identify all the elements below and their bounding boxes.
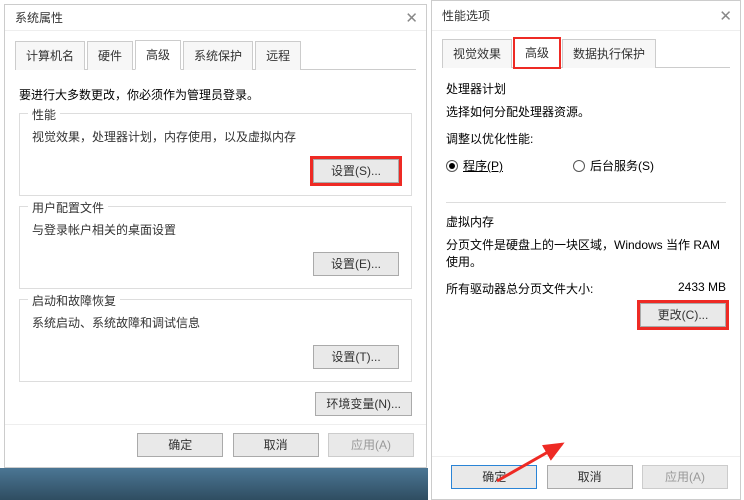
- tab-computername[interactable]: 计算机名: [15, 41, 85, 70]
- tab-system-protection[interactable]: 系统保护: [183, 41, 253, 70]
- apply-button-right: 应用(A): [642, 465, 728, 489]
- tab-visual-effects[interactable]: 视觉效果: [442, 39, 512, 68]
- window-title-right: 性能选项: [442, 7, 490, 24]
- vm-desc: 分页文件是硬盘上的一块区域，Windows 当作 RAM 使用。: [446, 236, 726, 270]
- vm-total-value: 2433 MB: [678, 280, 726, 297]
- tabs-left: 计算机名 硬件 高级 系统保护 远程: [15, 39, 416, 70]
- change-vm-button[interactable]: 更改(C)...: [640, 303, 726, 327]
- cancel-button-left[interactable]: 取消: [233, 433, 319, 457]
- cancel-button-right[interactable]: 取消: [547, 465, 633, 489]
- tab-dep[interactable]: 数据执行保护: [562, 39, 656, 68]
- group-performance-legend: 性能: [28, 106, 60, 123]
- group-startup-desc: 系统启动、系统故障和调试信息: [32, 314, 399, 331]
- tab-hardware[interactable]: 硬件: [87, 41, 133, 70]
- titlebar-right: 性能选项 ✕: [432, 1, 740, 31]
- performance-options-window: 性能选项 ✕ 视觉效果 高级 数据执行保护 处理器计划 选择如何分配处理器资源。…: [431, 0, 741, 500]
- ok-button-right[interactable]: 确定: [451, 465, 537, 489]
- cpu-plan-desc: 选择如何分配处理器资源。: [446, 103, 726, 120]
- radio-programs[interactable]: 程序(P): [446, 157, 503, 174]
- group-performance-desc: 视觉效果，处理器计划，内存使用，以及虚拟内存: [32, 128, 399, 145]
- tab-advanced[interactable]: 高级: [135, 40, 181, 70]
- titlebar-left: 系统属性 ✕: [5, 5, 426, 31]
- window-title-left: 系统属性: [15, 9, 63, 26]
- system-properties-window: 系统属性 ✕ 计算机名 硬件 高级 系统保护 远程 要进行大多数更改，你必须作为…: [4, 4, 427, 468]
- footer-right: 确定 取消 应用(A): [432, 456, 740, 499]
- tabs-right: 视觉效果 高级 数据执行保护: [442, 37, 730, 68]
- vm-title: 虚拟内存: [446, 213, 726, 230]
- tab-advanced-right[interactable]: 高级: [514, 38, 560, 68]
- group-user-profiles: 用户配置文件 与登录帐户相关的桌面设置 设置(E)...: [19, 206, 412, 289]
- desktop-taskbar: [0, 468, 428, 500]
- cpu-adjust-label: 调整以优化性能:: [446, 130, 726, 147]
- settings-profiles-button[interactable]: 设置(E)...: [313, 252, 399, 276]
- group-startup-recovery: 启动和故障恢复 系统启动、系统故障和调试信息 设置(T)...: [19, 299, 412, 382]
- group-user-profiles-legend: 用户配置文件: [28, 199, 108, 216]
- group-startup-legend: 启动和故障恢复: [28, 292, 120, 309]
- radio-icon: [573, 160, 585, 172]
- tab-remote[interactable]: 远程: [255, 41, 301, 70]
- radio-programs-label: 程序(P): [463, 157, 503, 174]
- radio-background-label: 后台服务(S): [590, 157, 654, 174]
- settings-performance-button[interactable]: 设置(S)...: [313, 159, 399, 183]
- radio-background-services[interactable]: 后台服务(S): [573, 157, 654, 174]
- settings-startup-button[interactable]: 设置(T)...: [313, 345, 399, 369]
- close-icon[interactable]: ✕: [405, 9, 418, 27]
- radio-icon: [446, 160, 458, 172]
- vm-total-label: 所有驱动器总分页文件大小:: [446, 280, 593, 297]
- footer-left: 确定 取消 应用(A): [5, 424, 426, 467]
- env-vars-button[interactable]: 环境变量(N)...: [315, 392, 412, 416]
- group-performance: 性能 视觉效果，处理器计划，内存使用，以及虚拟内存 设置(S)...: [19, 113, 412, 196]
- apply-button-left: 应用(A): [328, 433, 414, 457]
- admin-note: 要进行大多数更改，你必须作为管理员登录。: [19, 86, 412, 103]
- ok-button-left[interactable]: 确定: [137, 433, 223, 457]
- close-icon[interactable]: ✕: [719, 7, 732, 25]
- group-user-profiles-desc: 与登录帐户相关的桌面设置: [32, 221, 399, 238]
- cpu-plan-title: 处理器计划: [446, 80, 726, 97]
